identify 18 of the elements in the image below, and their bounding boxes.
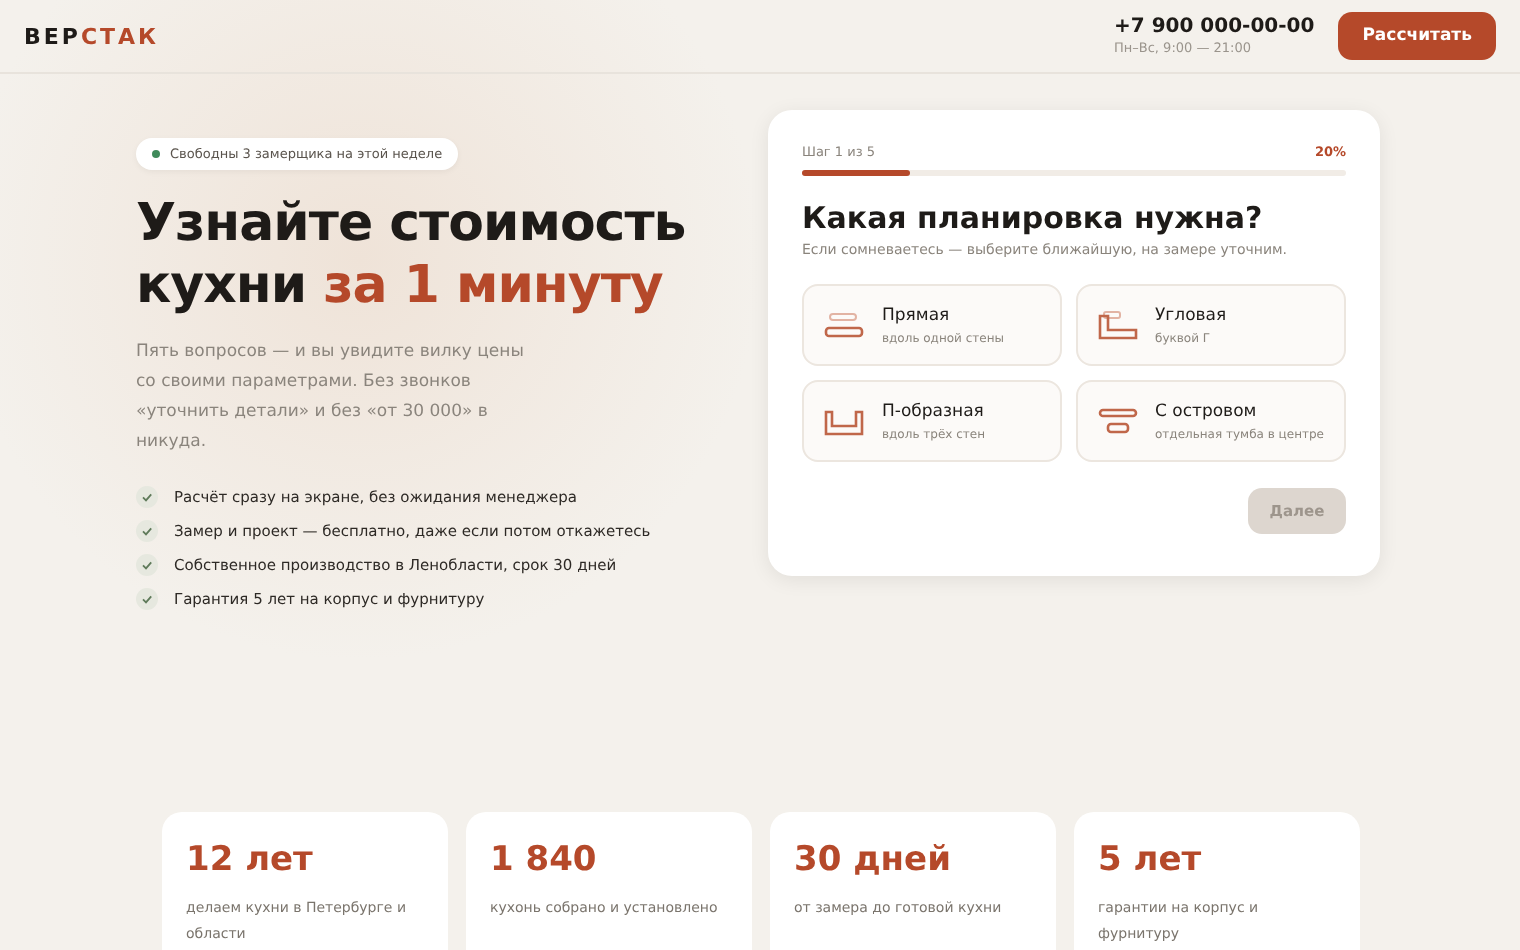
stat-value: 1 840 [490, 840, 599, 880]
corner-layout-icon [1097, 309, 1137, 341]
check-icon [136, 486, 158, 508]
stat-value: 5 лет [1098, 840, 1204, 880]
check-icon [136, 554, 158, 576]
stat-value: 12 лет [186, 840, 315, 880]
phone-number[interactable]: +7 900 000-00-00 [1114, 16, 1315, 38]
hero-title: Узнайте стоимость кухни за 1 минуту [136, 194, 688, 318]
u-layout-icon [824, 405, 864, 437]
quiz-question: Какая планировка нужна? [802, 200, 1265, 236]
logo[interactable]: ВЕР СТАК [24, 23, 1114, 49]
hero-lead: Пять вопросов — и вы увидите вилку цены со своими параметрами. Без звонков «уточнить детали» и без «от 30 000» в никуда. [136, 340, 526, 456]
check-icon [136, 520, 158, 542]
straight-layout-icon [824, 309, 864, 341]
stat-value: 30 дней [794, 840, 953, 880]
island-layout-icon [1097, 405, 1137, 437]
calculate-button[interactable]: Рассчитать [1338, 12, 1496, 60]
check-icon [136, 588, 158, 610]
